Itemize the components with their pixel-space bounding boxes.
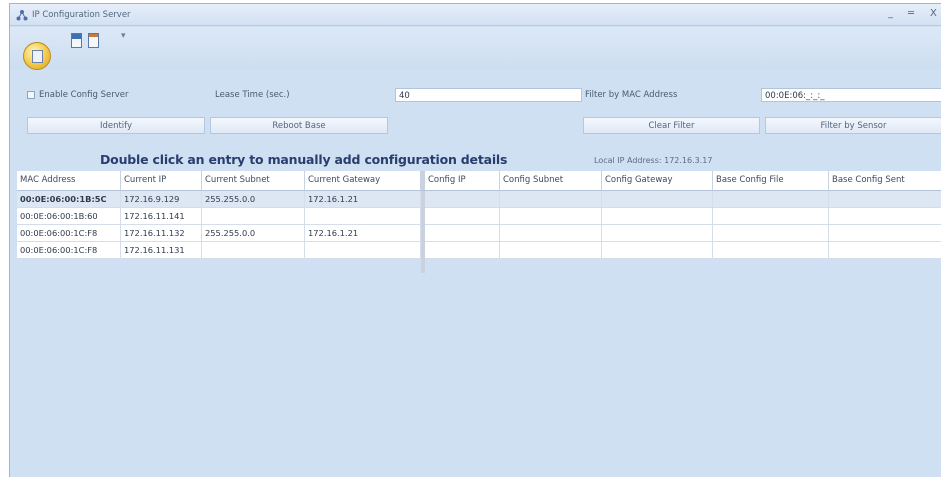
config-ip-cell[interactable] [425,191,500,208]
config-gateway-cell[interactable] [602,191,713,208]
column-header-config-subnet[interactable]: Config Subnet [500,171,602,191]
title-bar[interactable]: IP Configuration Server _ ═ X [10,4,941,26]
base-config-file-cell[interactable] [713,191,829,208]
filter-by-sensor-button-label: Filter by Sensor [820,120,887,131]
enable-config-server-checkbox[interactable] [27,91,35,99]
application-menu-button[interactable] [23,42,51,70]
grid-splitter[interactable] [421,191,425,273]
base-config-file-cell[interactable] [713,242,829,259]
current-subnet-cell [202,242,305,259]
column-header-base-config-file[interactable]: Base Config File [713,171,829,191]
column-header-current-subnet[interactable]: Current Subnet [202,171,305,191]
identify-button-label: Identify [99,120,133,131]
window-title: IP Configuration Server [32,10,131,20]
close-button[interactable]: X [930,8,937,20]
column-header-config-gateway[interactable]: Config Gateway [602,171,713,191]
base-config-sent-cell [829,225,941,242]
current-subnet-cell: 255.255.0.0 [202,225,305,242]
column-header-base-config-sent[interactable]: Base Config Sent [829,171,941,191]
current-gateway-cell: 172.16.1.21 [305,225,421,242]
lease-time-label: Lease Time (sec.) [215,90,290,100]
current-ip-cell: 172.16.11.131 [121,242,202,259]
mac-address-cell: 00:0E:06:00:1B:5C [17,191,121,208]
filter-by-sensor-button[interactable]: Filter by Sensor [765,117,941,134]
reboot-base-button-label: Reboot Base [272,120,326,131]
table-row[interactable]: 00:0E:06:00:1C:F8 172.16.11.131 [17,242,941,259]
current-subnet-cell: 255.255.0.0 [202,191,305,208]
document-icon[interactable] [88,33,99,48]
config-table[interactable]: MAC Address Current IP Current Subnet Cu… [17,171,941,273]
config-gateway-cell[interactable] [602,225,713,242]
config-subnet-cell[interactable] [500,191,602,208]
table-row[interactable]: 00:0E:06:00:1C:F8 172.16.11.132 255.255.… [17,225,941,242]
customize-toolbar-chevron-icon[interactable]: ▾ [121,31,126,41]
mac-address-cell: 00:0E:06:00:1C:F8 [17,225,121,242]
enable-config-server-label: Enable Config Server [39,90,129,100]
identify-button[interactable]: Identify [27,117,205,134]
clear-filter-button-label: Clear Filter [648,120,695,131]
config-subnet-cell[interactable] [500,242,602,259]
column-header-current-ip[interactable]: Current IP [121,171,202,191]
column-header-current-gateway[interactable]: Current Gateway [305,171,421,191]
save-icon[interactable] [71,33,82,48]
maximize-button[interactable]: ═ [908,8,914,20]
reboot-base-button[interactable]: Reboot Base [210,117,388,134]
config-gateway-cell[interactable] [602,242,713,259]
base-config-sent-cell [829,208,941,225]
base-config-sent-cell [829,191,941,208]
config-subnet-cell[interactable] [500,225,602,242]
local-ip-address: Local IP Address: 172.16.3.17 [594,156,713,165]
mac-address-cell: 00:0E:06:00:1B:60 [17,208,121,225]
config-ip-cell[interactable] [425,208,500,225]
column-header-mac-address[interactable]: MAC Address [17,171,121,191]
config-ip-cell[interactable] [425,242,500,259]
table-row[interactable]: 00:0E:06:00:1B:5C 172.16.9.129 255.255.0… [17,191,941,208]
current-gateway-cell [305,208,421,225]
instruction-heading: Double click an entry to manually add co… [100,152,508,167]
config-subnet-cell[interactable] [500,208,602,225]
document-icon [32,50,43,63]
current-subnet-cell [202,208,305,225]
quick-access-toolbar: ▾ [10,27,941,69]
lease-time-input[interactable]: 40 [395,88,582,102]
current-ip-cell: 172.16.9.129 [121,191,202,208]
column-header-config-ip[interactable]: Config IP [425,171,500,191]
minimize-button[interactable]: _ [888,8,893,20]
current-gateway-cell [305,242,421,259]
config-ip-cell[interactable] [425,225,500,242]
table-row[interactable]: 00:0E:06:00:1B:60 172.16.11.141 [17,208,941,225]
current-ip-cell: 172.16.11.141 [121,208,202,225]
filter-mac-label: Filter by MAC Address [585,90,678,100]
config-gateway-cell[interactable] [602,208,713,225]
current-ip-cell: 172.16.11.132 [121,225,202,242]
base-config-file-cell[interactable] [713,208,829,225]
current-gateway-cell: 172.16.1.21 [305,191,421,208]
filter-mac-input[interactable]: 00:0E:06:_:_:_ [761,88,941,102]
mac-address-cell: 00:0E:06:00:1C:F8 [17,242,121,259]
base-config-sent-cell [829,242,941,259]
base-config-file-cell[interactable] [713,225,829,242]
network-app-icon [16,10,28,21]
clear-filter-button[interactable]: Clear Filter [583,117,760,134]
